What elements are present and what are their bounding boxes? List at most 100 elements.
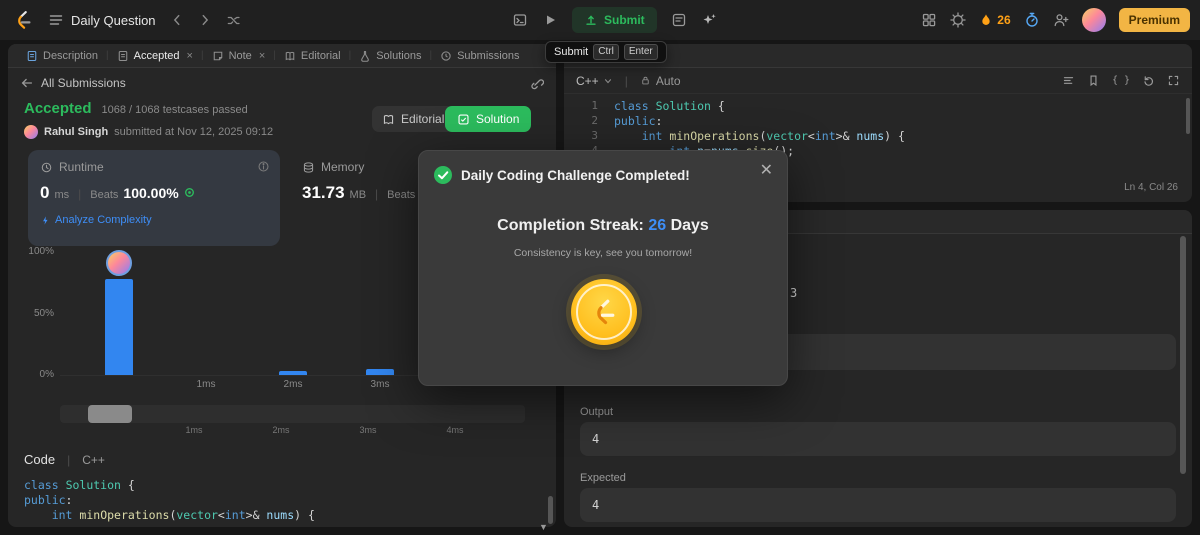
tab-description[interactable]: Description [18,44,106,68]
premium-button[interactable]: Premium [1118,8,1190,32]
streak-label: Completion Streak: [497,217,644,234]
expand-icon[interactable] [1167,74,1180,87]
expected-value-box: 4 [580,488,1176,522]
author-name: Rahul Singh [44,126,109,138]
session-timer-icon[interactable] [1024,12,1040,28]
chart-x-tick: 3ms [370,379,390,390]
leetcode-coin [571,279,637,345]
code-preview-line: public: [24,493,73,507]
invite-user-icon[interactable] [1053,12,1069,28]
problem-list-icon[interactable] [48,12,64,28]
notes-icon[interactable] [671,12,687,28]
chart-x-tick: 1ms [196,379,216,390]
code-section-title: Code [24,452,56,467]
user-avatar[interactable] [1081,8,1106,32]
slider-tick-label: 1ms [185,425,203,435]
submit-button[interactable]: Submit [572,7,657,33]
modal-subtitle: Consistency is key, see you tomorrow! [513,247,693,259]
streak-counter[interactable]: 26 [979,13,1011,27]
output-value-box: 4 [580,422,1176,456]
chart-y-tick: 100% [28,246,54,257]
editor-line[interactable]: 2 public: [572,113,1184,128]
flask-icon [361,50,370,62]
submit-label: Submit [604,13,645,27]
scroll-down-indicator[interactable]: ▼ [539,522,548,532]
submission-doc-icon [118,50,127,61]
tab-label: Note [228,49,252,62]
bookmark-icon[interactable] [1087,74,1100,87]
tab-submissions[interactable]: Submissions [432,44,527,68]
chart-range-track[interactable] [60,405,525,423]
bolt-icon [43,215,48,225]
analyze-label: Analyze Complexity [55,214,152,226]
editor-scrollbar[interactable] [1186,98,1190,134]
completion-streak-line: Completion Streak: 26 Days [419,217,787,235]
auto-label: Auto [655,73,681,88]
editor-toolbar: C++ | Auto { } [564,68,1192,94]
settings-gear-icon[interactable] [950,12,966,28]
tab-note[interactable]: Note × [204,44,274,68]
line-number: 2 [591,114,598,127]
tab-label: Submissions [457,49,520,62]
modal-title: Daily Coding Challenge Completed! [461,168,690,183]
tab-label: Accepted [133,49,180,62]
chart-y-tick: 50% [33,307,54,319]
modal-close-icon[interactable]: ✕ [760,163,773,179]
editor-line[interactable]: 1 class Solution { [572,98,1184,113]
runtime-value: 0 [40,183,50,202]
clock-icon [41,162,52,172]
editor-line[interactable]: 3 int minOperations(vector<int>& nums) { [572,128,1184,143]
streak-count: 26 [997,13,1011,27]
left-panel-scrollbar[interactable] [548,496,553,524]
layout-grid-icon[interactable] [921,12,937,28]
toolbar-divider: | [624,73,628,88]
tab-label: Editorial [300,49,341,62]
solution-button-label: Solution [476,112,520,126]
solution-button[interactable]: Solution [445,106,532,132]
editorial-button[interactable]: Editorial [372,106,455,132]
slider-tick-label: 2ms [272,425,290,435]
chart-bar[interactable] [105,279,133,375]
auto-mode-toggle[interactable]: Auto [640,74,681,88]
info-icon[interactable] [257,160,270,173]
output-label: Output [580,406,614,418]
close-tab-icon[interactable]: × [187,50,193,62]
leetcode-logo[interactable] [12,9,34,31]
lock-icon [642,76,649,85]
history-clock-icon [441,50,451,61]
tab-editorial[interactable]: Editorial [276,44,349,68]
analyze-complexity-link[interactable]: Analyze Complexity [40,214,152,226]
testcases-passed: 1068 / 1068 testcases passed [101,104,248,116]
tab-solutions[interactable]: Solutions [351,44,429,68]
chart-user-marker-avatar[interactable] [106,250,132,276]
chevron-left-icon[interactable] [170,13,184,27]
chart-range-handle[interactable] [88,405,132,423]
runtime-card[interactable]: Runtime 0 ms | Beats 100.00% Analyze Com… [28,150,280,246]
editorial-button-label: Editorial [401,112,445,126]
tab-accepted[interactable]: Accepted × [109,44,201,68]
back-arrow-icon [21,78,33,88]
debug-icon[interactable] [512,12,528,28]
braces-icon[interactable]: { } [1112,75,1130,86]
undo-icon[interactable] [1142,74,1155,87]
chevron-right-icon[interactable] [198,13,212,27]
beats-badge-icon [184,188,194,197]
beats-label: Beats [387,189,416,201]
testcase-scrollbar[interactable] [1180,236,1186,474]
close-tab-icon[interactable]: × [259,50,265,62]
key-enter: Enter [623,44,658,60]
copy-link-icon[interactable] [529,76,544,91]
value-divider: | [78,187,82,201]
left-tabstrip: Description | Accepted × | Note × | Edit… [8,44,556,68]
language-selector[interactable]: C++ [576,74,613,88]
shuffle-icon[interactable] [226,13,241,28]
all-submissions-link[interactable]: All Submissions [20,76,126,90]
editor-code-text: public: [614,113,663,128]
code-section-lang: C++ [82,452,105,467]
expected-label: Expected [580,472,626,484]
run-icon[interactable] [542,12,558,28]
runtime-label: Runtime [59,160,104,174]
ai-sparkles-icon[interactable] [701,12,717,28]
daily-question-title[interactable]: Daily Question [71,13,156,28]
format-code-icon[interactable] [1062,74,1075,87]
